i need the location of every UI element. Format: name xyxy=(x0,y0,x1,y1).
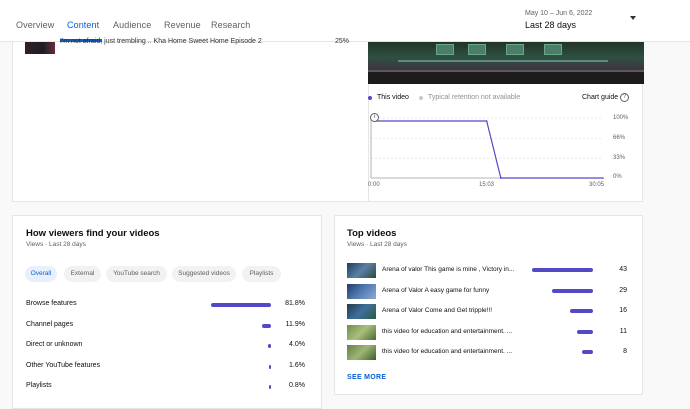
traffic-source-percentage: 0.8% xyxy=(289,382,305,389)
traffic-source-percentage: 4.0% xyxy=(289,341,305,348)
traffic-card-title: How viewers find your videos xyxy=(26,228,160,239)
x-tick-label: 30:05 xyxy=(589,182,605,188)
chip-suggested-videos[interactable]: Suggested videos xyxy=(172,266,236,282)
video-thumbnail[interactable] xyxy=(347,263,376,278)
traffic-source-label: Direct or unknown xyxy=(26,341,83,348)
video-views-count: 43 xyxy=(619,266,627,273)
info-icon[interactable]: i xyxy=(370,113,379,122)
video-title[interactable]: Arena of Valor Come and Get tripple!!! xyxy=(382,307,492,314)
video-thumbnail[interactable] xyxy=(347,283,376,299)
video-views-count: 8 xyxy=(623,348,627,355)
chip-playlists[interactable]: Playlists xyxy=(242,266,281,282)
video-title[interactable]: this video for education and entertainme… xyxy=(382,348,512,355)
y-tick-label: 100% xyxy=(613,115,629,121)
traffic-source-bar xyxy=(269,364,271,369)
video-views-bar xyxy=(532,268,593,272)
y-tick-label: 33% xyxy=(613,155,626,161)
video-views-count: 29 xyxy=(619,286,627,294)
see-more-link[interactable]: SEE MORE xyxy=(347,374,386,381)
video-views-bar xyxy=(570,309,593,313)
traffic-source-label: Browse features xyxy=(26,300,77,307)
traffic-source-label: Channel pages xyxy=(26,320,74,328)
video-thumbnail[interactable] xyxy=(347,324,376,340)
retention-data-point xyxy=(485,120,488,122)
traffic-source-percentage: 11.9% xyxy=(285,320,305,328)
traffic-source-bar xyxy=(211,303,271,307)
chip-youtube-search[interactable]: YouTube search xyxy=(106,266,167,282)
traffic-source-percentage: 1.6% xyxy=(289,361,305,369)
retention-data-point xyxy=(500,177,502,179)
video-views-bar xyxy=(581,350,593,354)
traffic-source-bar xyxy=(268,344,271,348)
video-views-count: 11 xyxy=(619,327,627,335)
top-videos-subtitle: Views · Last 28 days xyxy=(347,241,407,248)
traffic-source-label: Playlists xyxy=(26,382,52,389)
video-thumbnail[interactable] xyxy=(347,345,376,360)
video-title[interactable]: this video for education and entertainme… xyxy=(382,328,512,335)
x-tick-label: 15:03 xyxy=(479,182,495,188)
y-tick-label: 0% xyxy=(613,174,622,180)
chip-overall[interactable]: Overall xyxy=(25,266,57,282)
video-views-count: 16 xyxy=(619,307,627,314)
chip-external[interactable]: External xyxy=(64,266,101,282)
video-title[interactable]: Arena of Valor A easy game for funny xyxy=(382,287,489,294)
traffic-source-bar xyxy=(269,385,271,389)
retention-series-line xyxy=(370,117,603,179)
video-views-bar xyxy=(551,288,593,293)
video-title[interactable]: Arena of valor This game is mine , Victo… xyxy=(382,266,514,273)
retention-data-point xyxy=(602,177,604,179)
traffic-source-percentage: 81.8% xyxy=(285,300,305,307)
video-views-bar xyxy=(577,329,593,334)
top-videos-title: Top videos xyxy=(347,228,397,239)
traffic-source-bar xyxy=(262,323,271,328)
traffic-source-label: Other YouTube features xyxy=(26,361,101,369)
traffic-card-subtitle: Views · Last 28 days xyxy=(26,241,86,248)
x-tick-label: 0:00 xyxy=(368,182,380,188)
video-thumbnail[interactable] xyxy=(347,304,376,319)
y-tick-label: 66% xyxy=(613,135,626,141)
